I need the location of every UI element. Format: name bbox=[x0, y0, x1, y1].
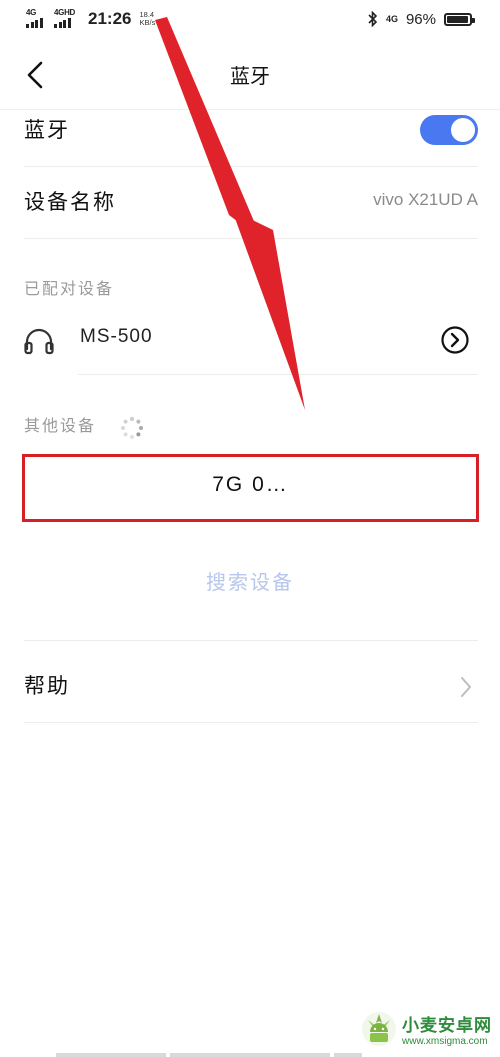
network-type: 4G bbox=[385, 13, 398, 24]
divider bbox=[24, 640, 478, 641]
battery-icon bbox=[444, 12, 475, 26]
chevron-right-icon bbox=[461, 677, 471, 697]
help-label: 帮助 bbox=[24, 674, 70, 698]
signal-label: 4GHD bbox=[54, 8, 76, 17]
chevron-circle-right-icon[interactable] bbox=[440, 325, 470, 355]
bluetooth-row: 蓝牙 bbox=[24, 110, 478, 166]
paired-device-name: MS-500 bbox=[80, 326, 153, 347]
watermark: 小麦安卓网 www.xmsigma.com bbox=[360, 1007, 492, 1051]
other-device-item[interactable]: 7G 0… bbox=[22, 454, 479, 522]
divider bbox=[24, 166, 478, 167]
divider bbox=[78, 374, 478, 375]
watermark-title: 小麦安卓网 bbox=[402, 1016, 492, 1036]
bluetooth-label: 蓝牙 bbox=[24, 118, 70, 142]
other-device-name: 7G 0… bbox=[212, 473, 289, 496]
status-right: 4G 96% bbox=[368, 8, 475, 30]
toggle-knob bbox=[451, 118, 475, 142]
divider bbox=[24, 722, 478, 723]
battery-level bbox=[447, 15, 469, 23]
watermark-url: www.xmsigma.com bbox=[402, 1036, 488, 1047]
signal-icon: 4G bbox=[26, 8, 48, 28]
status-bar: 4G 4GHD 21:26 18.4 KB/s 4G 96% bbox=[0, 0, 500, 38]
signal-label: 4G bbox=[26, 8, 37, 17]
help-row[interactable]: 帮助 bbox=[24, 664, 478, 712]
search-devices-button[interactable]: 搜索设备 bbox=[0, 566, 500, 595]
bottom-bars bbox=[56, 1053, 362, 1057]
bluetooth-toggle[interactable] bbox=[420, 115, 478, 145]
headphones-icon bbox=[24, 328, 54, 355]
network-speed-unit: KB/s bbox=[139, 18, 156, 27]
signal-icon: 4GHD bbox=[54, 8, 80, 28]
paired-device-item[interactable]: MS-500 bbox=[24, 320, 478, 364]
bluetooth-icon bbox=[368, 11, 378, 27]
network-speed: 18.4 KB/s bbox=[139, 11, 161, 27]
page-title: 蓝牙 bbox=[230, 64, 270, 88]
device-name-row[interactable]: 设备名称 vivo X21UD A bbox=[24, 182, 478, 238]
device-name-label: 设备名称 bbox=[24, 190, 116, 214]
status-left: 4G 4GHD 21:26 18.4 KB/s bbox=[26, 6, 161, 32]
paired-devices-header: 已配对设备 bbox=[24, 279, 115, 298]
device-name-value: vivo X21UD A bbox=[373, 190, 478, 209]
battery-percent: 96% bbox=[405, 10, 436, 28]
status-time: 21:26 bbox=[88, 9, 132, 28]
android-logo-icon bbox=[362, 1012, 396, 1046]
other-devices-header: 其他设备 bbox=[24, 412, 96, 436]
divider bbox=[24, 238, 478, 239]
spinner-icon bbox=[121, 417, 143, 439]
other-devices-label: 其他设备 bbox=[24, 416, 97, 435]
app-header: 蓝牙 bbox=[0, 40, 500, 110]
